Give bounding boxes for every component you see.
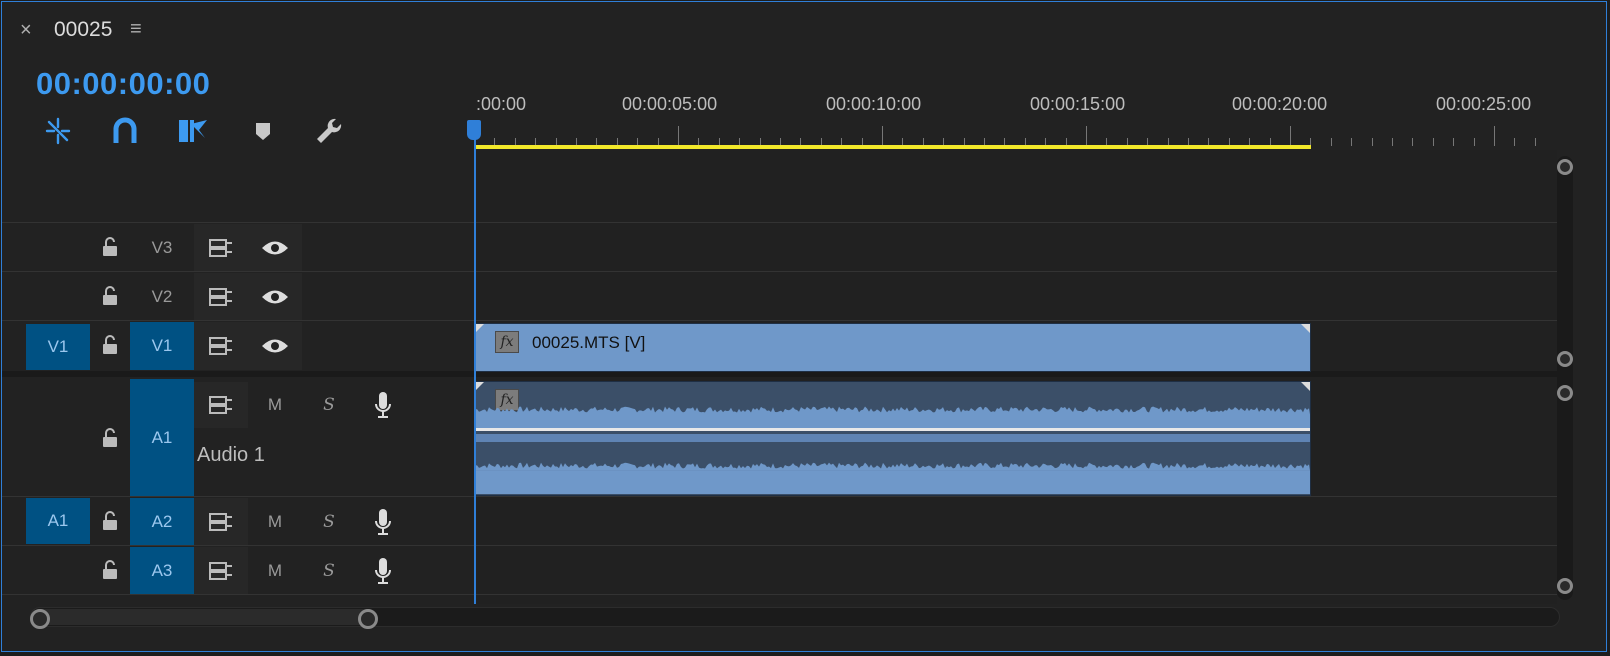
fx-badge-icon[interactable]: fx [495, 331, 519, 353]
toggle-output-eye-icon[interactable] [248, 273, 302, 320]
toggle-output-eye-icon[interactable] [248, 224, 302, 271]
video-clip[interactable]: fx 00025.MTS [V] [474, 323, 1311, 372]
sync-lock-icon[interactable] [194, 322, 248, 370]
sync-lock-icon[interactable] [194, 224, 248, 271]
audio-clip[interactable]: fx [474, 381, 1311, 496]
linked-selection-icon[interactable] [176, 114, 210, 148]
panel-menu-icon[interactable]: ≡ [130, 18, 142, 41]
track-label-audio1[interactable]: Audio 1 [197, 444, 265, 467]
track-name-v3[interactable]: V3 [130, 224, 194, 271]
timeline-panel: × 00025 ≡ 00:00:00:00 :00:00 00:00:05:00… [1, 1, 1607, 652]
playhead-handle[interactable] [467, 120, 481, 140]
video-zoom-handle[interactable] [1557, 159, 1573, 175]
video-clip-name: 00025.MTS [V] [532, 333, 646, 352]
ruler-tick [1290, 126, 1291, 146]
sequence-tab-title[interactable]: 00025 [54, 18, 112, 42]
lock-icon[interactable] [97, 425, 123, 451]
solo-button[interactable]: S [302, 547, 356, 594]
insert-overwrite-sequences-icon[interactable] [41, 114, 75, 148]
ruler-label: :00:00 [476, 94, 527, 114]
sync-lock-icon[interactable] [194, 273, 248, 320]
solo-button[interactable]: S [302, 382, 356, 428]
mute-button[interactable]: M [248, 547, 302, 594]
track-name-v2[interactable]: V2 [130, 273, 194, 320]
voice-over-mic-icon[interactable] [356, 498, 410, 545]
ruler-tick [1473, 138, 1475, 146]
ruler-tick [1371, 138, 1373, 146]
time-ruler[interactable] [474, 120, 1554, 146]
sync-lock-icon[interactable] [194, 547, 248, 594]
ruler-tick [1494, 126, 1495, 146]
lock-icon[interactable] [97, 508, 123, 534]
horizontal-scrollbar-thumb[interactable] [32, 609, 372, 625]
lock-icon[interactable] [97, 234, 123, 260]
track-area[interactable] [474, 150, 1557, 604]
ruler-label: 00:00:15:00 [1030, 94, 1126, 114]
mute-button[interactable]: M [248, 498, 302, 545]
track-name-a3[interactable]: A3 [130, 547, 194, 594]
voice-over-mic-icon[interactable] [356, 547, 410, 594]
ruler-tick [882, 126, 883, 146]
vertical-scrollbar[interactable] [1557, 156, 1573, 600]
sync-lock-icon[interactable] [194, 382, 248, 428]
track-name-a1[interactable]: A1 [130, 379, 194, 496]
timeline-settings-wrench-icon[interactable] [312, 114, 346, 148]
source-patch-v1[interactable]: V1 [26, 324, 90, 370]
work-area-bar[interactable] [474, 145, 1311, 149]
lock-icon[interactable] [97, 557, 123, 583]
lock-icon[interactable] [97, 332, 123, 358]
sync-lock-icon[interactable] [194, 498, 248, 545]
video-zoom-handle[interactable] [1557, 351, 1573, 367]
playhead-timecode[interactable]: 00:00:00:00 [36, 66, 210, 102]
ruler-tick [1412, 138, 1414, 146]
voice-over-mic-icon[interactable] [356, 382, 410, 428]
audio-waveform [475, 406, 1310, 494]
ruler-tick [678, 126, 679, 146]
add-marker-icon[interactable] [246, 114, 280, 148]
lock-icon[interactable] [97, 283, 123, 309]
zoom-handle-left[interactable] [30, 609, 50, 629]
ruler-tick [1432, 138, 1434, 146]
snap-magnet-icon[interactable] [108, 114, 142, 148]
toggle-output-eye-icon[interactable] [248, 322, 302, 370]
ruler-label: 00:00:25:00 [1436, 94, 1532, 114]
source-patch-a1[interactable]: A1 [26, 498, 90, 544]
ruler-tick [1534, 138, 1536, 146]
ruler-tick [1330, 138, 1332, 146]
track-name-v1[interactable]: V1 [130, 322, 194, 370]
solo-button[interactable]: S [302, 498, 356, 545]
close-tab-icon[interactable]: × [20, 19, 32, 42]
ruler-tick [1514, 138, 1516, 146]
track-name-a2[interactable]: A2 [130, 498, 194, 545]
zoom-handle-right[interactable] [358, 609, 378, 629]
ruler-label: 00:00:05:00 [622, 94, 718, 114]
ruler-tick [1351, 138, 1353, 146]
playhead-line[interactable] [474, 120, 476, 604]
ruler-tick [1086, 126, 1087, 146]
audio-zoom-handle[interactable] [1557, 385, 1573, 401]
mute-button[interactable]: M [248, 382, 302, 428]
ruler-label: 00:00:10:00 [826, 94, 922, 114]
ruler-tick [1453, 138, 1455, 146]
ruler-tick [1392, 138, 1393, 146]
ruler-label: 00:00:20:00 [1232, 94, 1328, 114]
audio-zoom-handle[interactable] [1557, 578, 1573, 594]
